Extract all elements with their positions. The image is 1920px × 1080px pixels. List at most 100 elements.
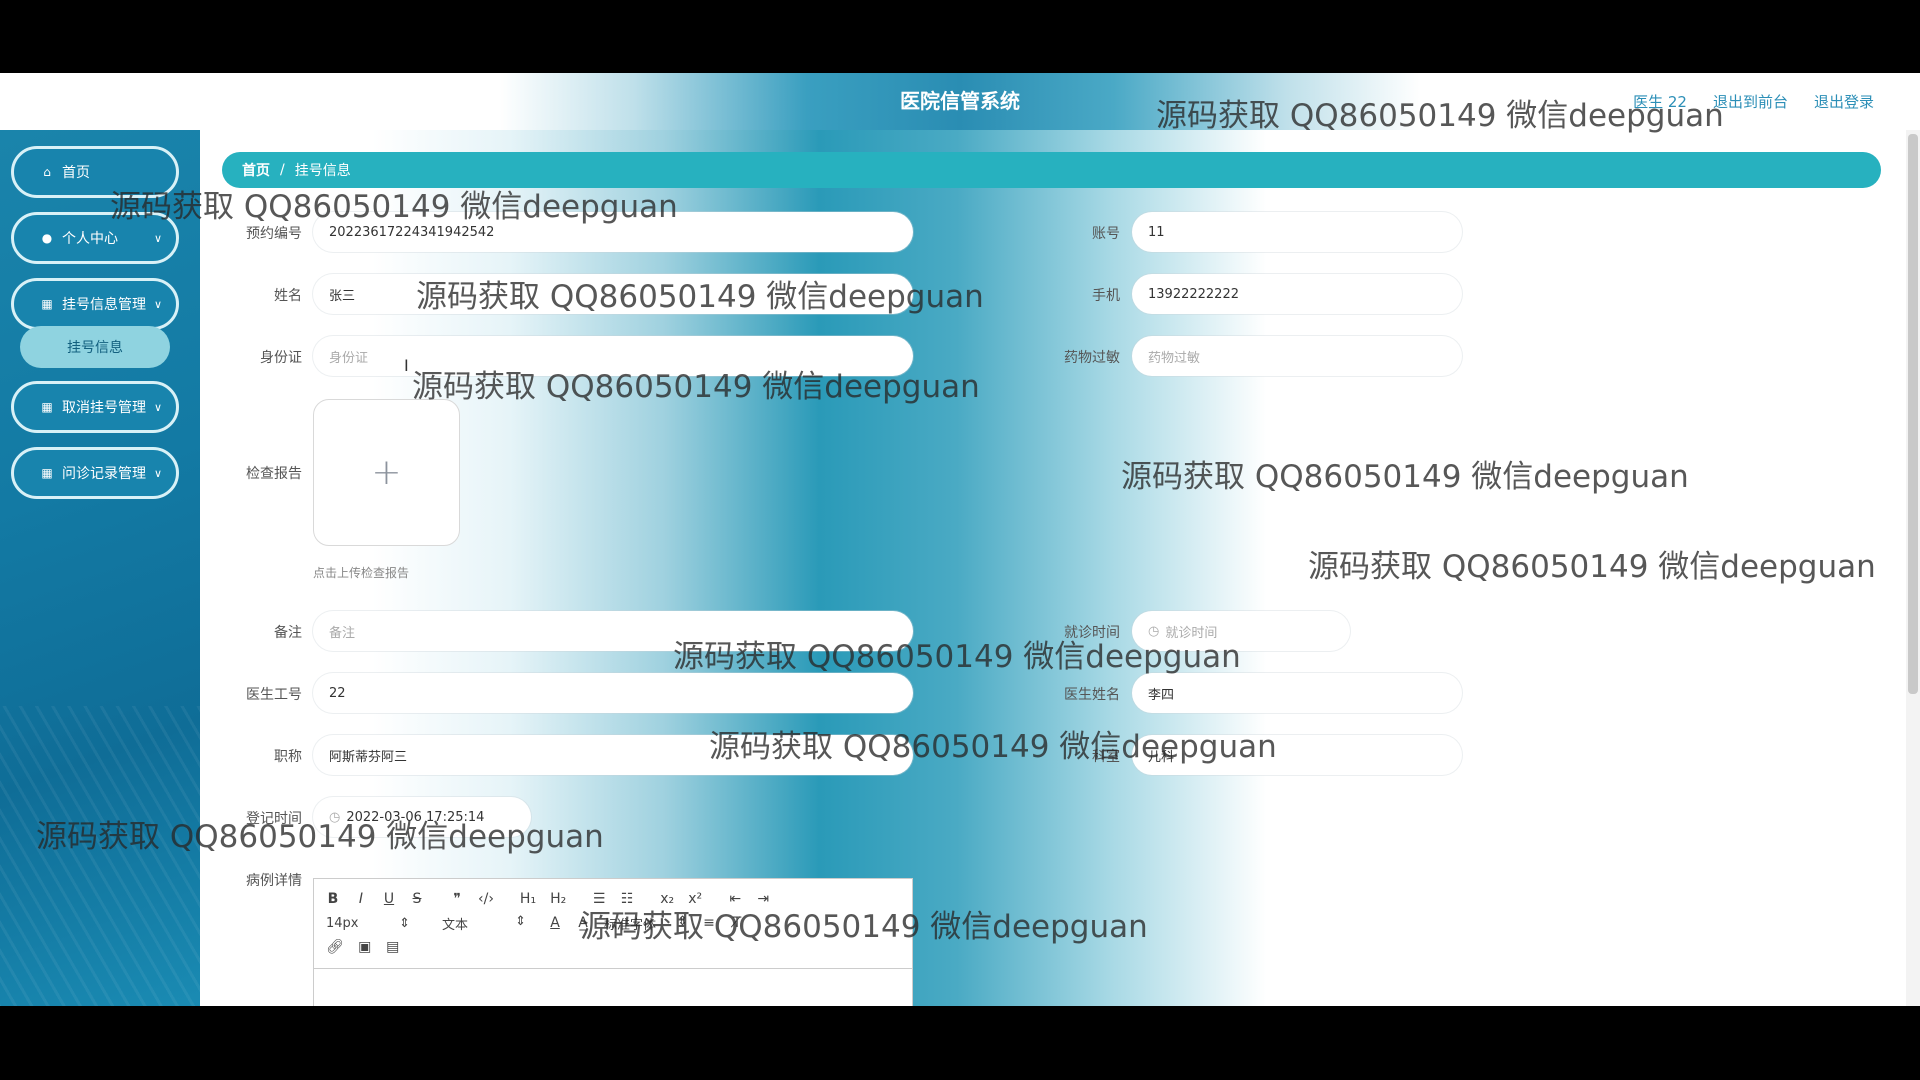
grid-icon: ▦: [41, 400, 53, 414]
department-field[interactable]: 儿科: [1132, 735, 1462, 775]
blockquote-icon[interactable]: ❞: [450, 891, 464, 907]
allergy-field[interactable]: 药物过敏: [1132, 336, 1462, 376]
select-arrows-icon: ⇕: [515, 913, 526, 929]
ordered-list-icon[interactable]: ☰: [592, 891, 606, 907]
register-time-label: 登记时间: [246, 811, 302, 827]
report-label: 检查报告: [246, 466, 302, 482]
editor-content-area[interactable]: [314, 969, 912, 1006]
submenu-item-registration-info[interactable]: 挂号信息: [20, 326, 170, 368]
screen-frame: 医院信管系统 医生 22 退出到前台 退出登录 ⌂ 首页 ● 个人中心 ∨ ▦ …: [0, 0, 1920, 1080]
visit-time-placeholder: 就诊时间: [1165, 625, 1218, 641]
booking-no-field[interactable]: 20223617224341942542: [313, 212, 913, 252]
indent-icon[interactable]: ⇥: [756, 891, 770, 907]
register-time-value: 2022-03-06 17:25:14: [346, 809, 485, 825]
doctor-name-field[interactable]: 李四: [1132, 673, 1462, 713]
editor-toolbar: B I U S ❞ ‹/› H₁ H₂ ☰ ☷ x₂ x² ⇤ ⇥ 14px ⇕: [314, 879, 912, 969]
text-type-select[interactable]: 文本 ⇕: [442, 914, 526, 933]
account-label: 账号: [1092, 226, 1120, 242]
image-icon[interactable]: ▣: [358, 939, 372, 955]
current-user-link[interactable]: 医生 22: [1633, 91, 1687, 112]
chevron-down-icon: ∨: [153, 297, 162, 311]
text-cursor-icon: I: [404, 356, 409, 375]
font-family-value: 标准字体: [604, 917, 657, 933]
phone-field[interactable]: 13922222222: [1132, 274, 1462, 314]
allergy-label: 药物过敏: [1064, 350, 1120, 366]
sidebar-item-label: 首页: [62, 165, 90, 181]
name-field[interactable]: 张三: [313, 274, 913, 314]
font-size-value: 14px: [326, 915, 359, 931]
toolbar-row-1: B I U S ❞ ‹/› H₁ H₂ ☰ ☷ x₂ x² ⇤ ⇥: [326, 887, 900, 911]
clock-icon: ◷: [1148, 623, 1160, 639]
sidebar-item-label: 问诊记录管理: [62, 466, 146, 482]
logout-link[interactable]: 退出登录: [1814, 91, 1874, 112]
top-links: 医生 22 退出到前台 退出登录: [1633, 73, 1874, 130]
select-arrows-icon: ⇕: [677, 913, 688, 929]
name-label: 姓名: [274, 288, 302, 304]
header1-icon[interactable]: H₁: [520, 891, 536, 907]
id-card-label: 身份证: [260, 350, 302, 366]
strike-icon[interactable]: S: [410, 891, 424, 907]
text-type-value: 文本: [442, 917, 469, 933]
main-content: 首页 / 挂号信息 预约编号 20223617224341942542 账号 1…: [200, 130, 1920, 1006]
visit-time-label: 就诊时间: [1064, 625, 1120, 641]
case-detail-label: 病例详情: [246, 873, 302, 889]
chevron-down-icon: ∨: [153, 400, 162, 414]
visit-time-picker[interactable]: ◷ 就诊时间: [1132, 611, 1350, 651]
top-header-bar: 医院信管系统 医生 22 退出到前台 退出登录: [0, 73, 1920, 130]
bold-icon[interactable]: B: [326, 891, 340, 907]
sidebar-item-registration-management[interactable]: ▦ 挂号信息管理 ∨: [11, 278, 179, 330]
header2-icon[interactable]: H₂: [550, 891, 566, 907]
breadcrumb: 首页 / 挂号信息: [222, 152, 1881, 188]
remark-field[interactable]: 备注: [313, 611, 913, 651]
breadcrumb-current: 挂号信息: [294, 163, 351, 179]
sidebar-item-label: 个人中心: [62, 231, 118, 247]
scrollbar-thumb[interactable]: [1908, 134, 1918, 694]
video-icon[interactable]: ▤: [386, 939, 400, 955]
vertical-scrollbar[interactable]: [1906, 130, 1920, 1006]
italic-icon[interactable]: I: [354, 891, 368, 907]
id-card-field[interactable]: 身份证: [313, 336, 913, 376]
plus-icon: +: [371, 452, 402, 493]
breadcrumb-separator: /: [280, 162, 285, 178]
clear-format-icon[interactable]: T̸: [730, 915, 744, 931]
sidebar-item-consultation-records[interactable]: ▦ 问诊记录管理 ∨: [11, 447, 179, 499]
underline-icon[interactable]: U: [382, 891, 396, 907]
subscript-icon[interactable]: x₂: [660, 891, 674, 907]
link-icon[interactable]: 🔗︎: [326, 939, 344, 955]
font-color-icon[interactable]: A: [548, 915, 562, 931]
report-upload-box[interactable]: +: [313, 399, 460, 546]
doctor-no-field[interactable]: 22: [313, 673, 913, 713]
chevron-down-icon: ∨: [153, 231, 162, 245]
exit-to-frontend-link[interactable]: 退出到前台: [1713, 91, 1788, 112]
title-field[interactable]: 阿斯蒂芬阿三: [313, 735, 913, 775]
outdent-icon[interactable]: ⇤: [728, 891, 742, 907]
system-title: 医院信管系统: [900, 89, 1020, 113]
background-color-icon[interactable]: A̲: [576, 915, 590, 931]
code-block-icon[interactable]: ‹/›: [478, 891, 494, 907]
remark-label: 备注: [274, 625, 302, 641]
account-field[interactable]: 11: [1132, 212, 1462, 252]
phone-label: 手机: [1092, 288, 1120, 304]
clock-icon: ◷: [329, 809, 341, 825]
case-detail-editor[interactable]: B I U S ❞ ‹/› H₁ H₂ ☰ ☷ x₂ x² ⇤ ⇥ 14px ⇕: [313, 878, 913, 1006]
font-family-select[interactable]: 标准字体 ⇕: [604, 914, 688, 933]
sidebar-item-personal-center[interactable]: ● 个人中心 ∨: [11, 212, 179, 264]
sidebar: ⌂ 首页 ● 个人中心 ∨ ▦ 挂号信息管理 ∨ 挂号信息 ▦ 取消挂号管理 ∨…: [0, 130, 200, 1006]
sidebar-item-cancel-registration[interactable]: ▦ 取消挂号管理 ∨: [11, 381, 179, 433]
align-icon[interactable]: ≡: [702, 915, 716, 931]
sidebar-item-label: 挂号信息管理: [62, 297, 146, 313]
department-label: 科室: [1092, 749, 1120, 765]
bullet-list-icon[interactable]: ☷: [620, 891, 634, 907]
grid-icon: ▦: [41, 466, 53, 480]
superscript-icon[interactable]: x²: [688, 891, 702, 907]
font-size-select[interactable]: 14px ⇕: [326, 916, 410, 931]
sidebar-item-home[interactable]: ⌂ 首页: [11, 146, 179, 198]
booking-no-label: 预约编号: [246, 226, 302, 242]
toolbar-row-2: 14px ⇕ 文本 ⇕ A A̲ 标准字体 ⇕ ≡ T̸: [326, 911, 900, 935]
doctor-no-label: 医生工号: [246, 687, 302, 703]
select-arrows-icon: ⇕: [399, 915, 410, 931]
breadcrumb-home[interactable]: 首页: [242, 160, 270, 180]
user-icon: ●: [41, 231, 53, 245]
register-time-picker[interactable]: ◷ 2022-03-06 17:25:14: [313, 797, 531, 837]
chevron-down-icon: ∨: [153, 466, 162, 480]
